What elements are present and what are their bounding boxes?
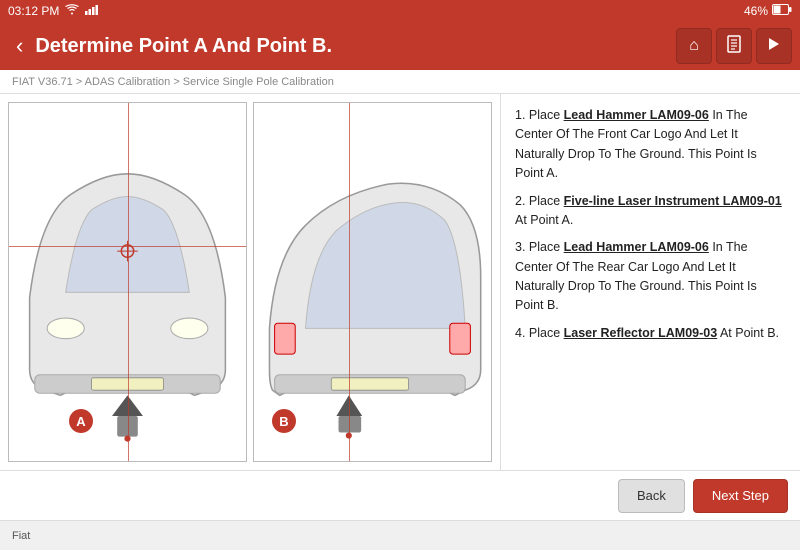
next-step-button[interactable]: Next Step [693, 479, 788, 513]
diagram-a: A [8, 102, 247, 462]
instructions-section: 1. Place Lead Hammer LAM09-06 In The Cen… [500, 94, 800, 470]
doc-button[interactable] [716, 28, 752, 64]
page-title: Determine Point A And Point B. [31, 35, 676, 58]
instruction-step4: 4. Place Laser Reflector LAM09-03 At Poi… [515, 324, 786, 343]
back-nav-button[interactable]: Back [618, 479, 685, 513]
instruction-step1: 1. Place Lead Hammer LAM09-06 In The Cen… [515, 106, 786, 184]
status-bar-right: 46% [744, 4, 792, 18]
header-icons: ⌂ [676, 28, 792, 64]
signal-icon [85, 4, 99, 18]
breadcrumb-text: FIAT V36.71 > ADAS Calibration > Service… [12, 76, 334, 88]
crosshair-vertical-a [128, 103, 129, 461]
back-button[interactable]: ‹ [8, 29, 31, 63]
car-rear-svg [254, 103, 491, 461]
diagrams-section: A [0, 94, 500, 470]
status-bar: 03:12 PM 46% [0, 0, 800, 22]
action-bar: Back Next Step [0, 470, 800, 520]
time-label: 03:12 PM [8, 4, 59, 18]
status-bar-left: 03:12 PM [8, 4, 99, 18]
main-content: A [0, 94, 800, 470]
doc-icon [725, 35, 743, 58]
battery-percent: 46% [744, 4, 768, 18]
diagram-b: B [253, 102, 492, 462]
wifi-icon [65, 4, 79, 18]
header: ‹ Determine Point A And Point B. ⌂ [0, 22, 800, 70]
home-button[interactable]: ⌂ [676, 28, 712, 64]
crosshair-horizontal-a [9, 246, 246, 247]
point-b-label: B [272, 409, 296, 433]
breadcrumb: FIAT V36.71 > ADAS Calibration > Service… [0, 70, 800, 94]
back-arrow-icon: ‹ [16, 33, 23, 59]
home-icon: ⌂ [689, 37, 699, 55]
forward-arrow-icon [765, 35, 783, 58]
point-a-label: A [69, 409, 93, 433]
footer: Fiat [0, 520, 800, 550]
battery-icon [772, 4, 792, 18]
back-button-label: Back [637, 488, 666, 503]
brand-label: Fiat [12, 530, 30, 542]
instruction-step2: 2. Place Five-line Laser Instrument LAM0… [515, 192, 786, 231]
forward-button[interactable] [756, 28, 792, 64]
next-button-label: Next Step [712, 488, 769, 503]
crosshair-vertical-b [349, 103, 350, 461]
instruction-step3: 3. Place Lead Hammer LAM09-06 In The Cen… [515, 238, 786, 316]
